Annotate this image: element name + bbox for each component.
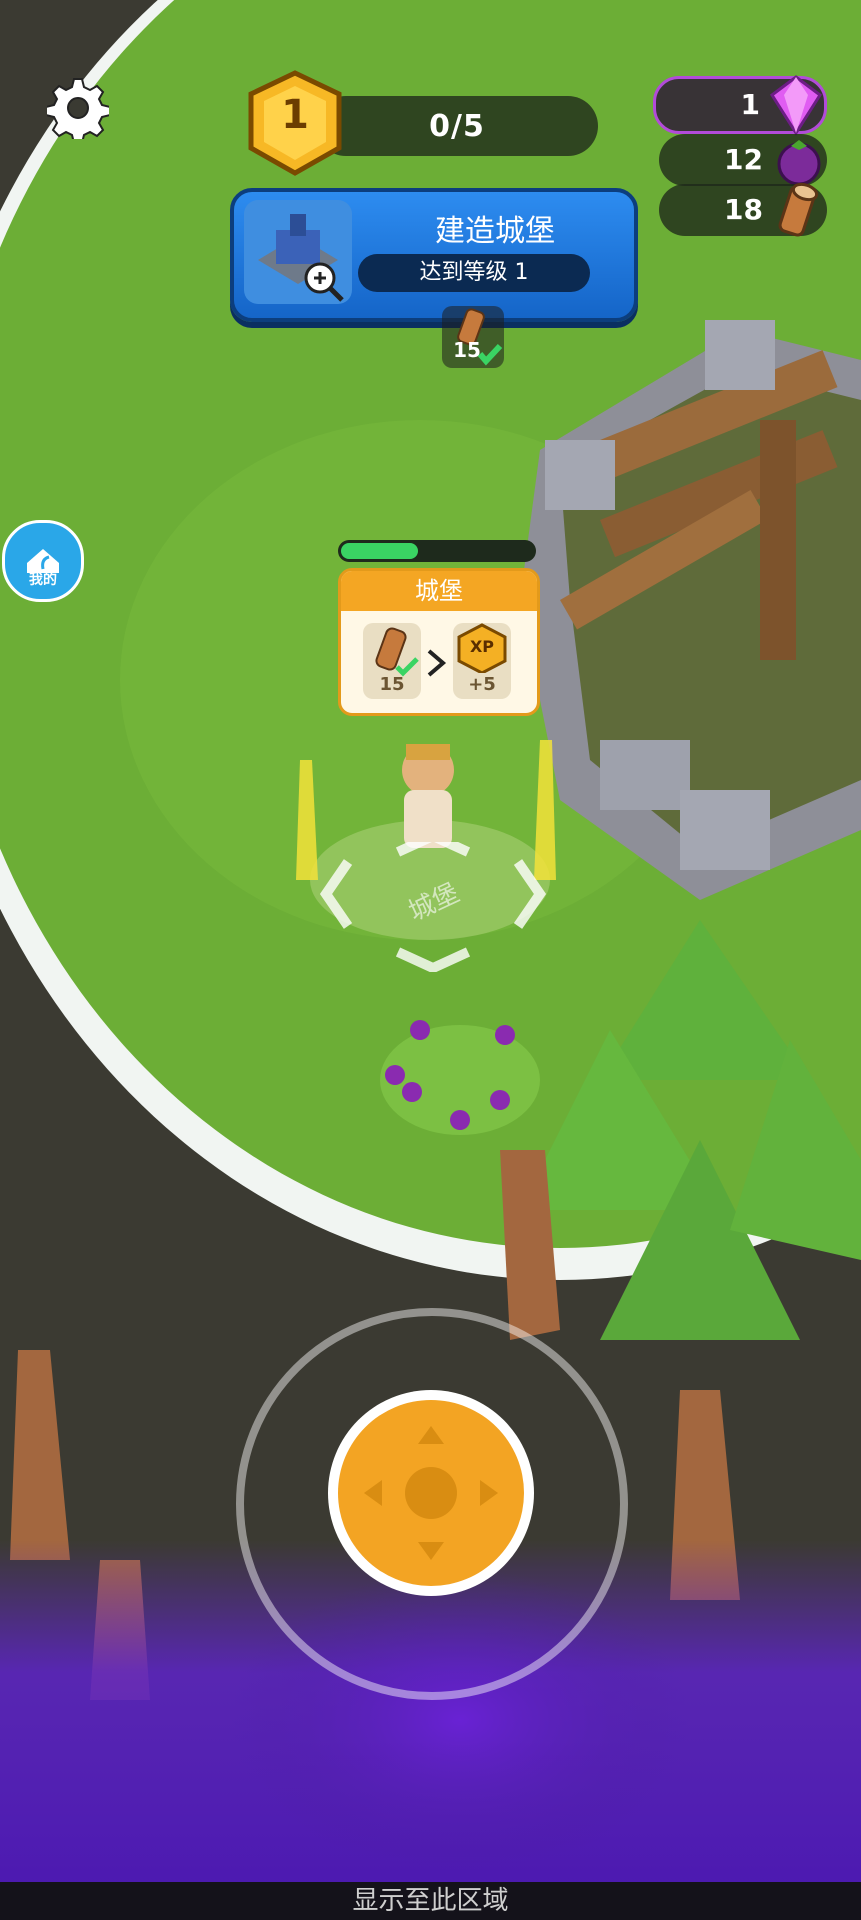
my-home-label: 我的 xyxy=(29,572,57,588)
build-progress-fill xyxy=(341,543,418,559)
gem-counter[interactable]: 1 xyxy=(653,75,827,136)
area-hint-bar: 显示至此区域 xyxy=(0,1882,861,1920)
xp-label: XP xyxy=(469,637,495,656)
level-progress-text: 0/5 xyxy=(429,108,485,144)
fruit-count: 12 xyxy=(724,143,763,176)
my-home-button[interactable]: 我的 xyxy=(2,520,84,602)
build-cost-value: 15 xyxy=(379,674,405,695)
log-icon xyxy=(375,627,419,677)
log-icon xyxy=(778,182,819,237)
quest-cost-value: 15 xyxy=(453,338,481,362)
joystick-pad xyxy=(338,1400,524,1586)
castle-preview xyxy=(244,200,352,304)
level-badge: 1 xyxy=(246,70,344,176)
level-number: 1 xyxy=(281,92,309,138)
quest-title: 建造城堡 xyxy=(435,214,555,249)
quest-card[interactable]: 建造城堡 达到等级 1 xyxy=(230,188,638,322)
level-panel: 0/5 1 xyxy=(246,70,604,176)
quest-requirement: 达到等级 1 xyxy=(358,254,590,292)
settings-button[interactable] xyxy=(44,74,112,142)
joystick-knob[interactable] xyxy=(328,1390,534,1596)
wood-counter: 18 xyxy=(659,182,827,237)
arrow-right-icon xyxy=(427,649,447,677)
build-progress-bar xyxy=(338,540,536,562)
build-reward-tile: XP +5 xyxy=(453,623,511,699)
castle-icon xyxy=(258,214,344,302)
build-cost-tile: 15 xyxy=(363,623,421,699)
gem-count: 1 xyxy=(740,88,760,121)
build-panel[interactable]: 城堡 15 XP +5 xyxy=(338,568,540,716)
dpad-arrows-icon xyxy=(364,1426,498,1560)
wood-count: 18 xyxy=(724,193,763,226)
gear-icon xyxy=(47,78,109,139)
quest-cost-badge: 15 xyxy=(442,306,504,368)
build-title: 城堡 xyxy=(341,571,537,611)
build-reward-value: +5 xyxy=(468,674,496,695)
build-zone-marker[interactable]: 城堡 xyxy=(318,830,548,974)
